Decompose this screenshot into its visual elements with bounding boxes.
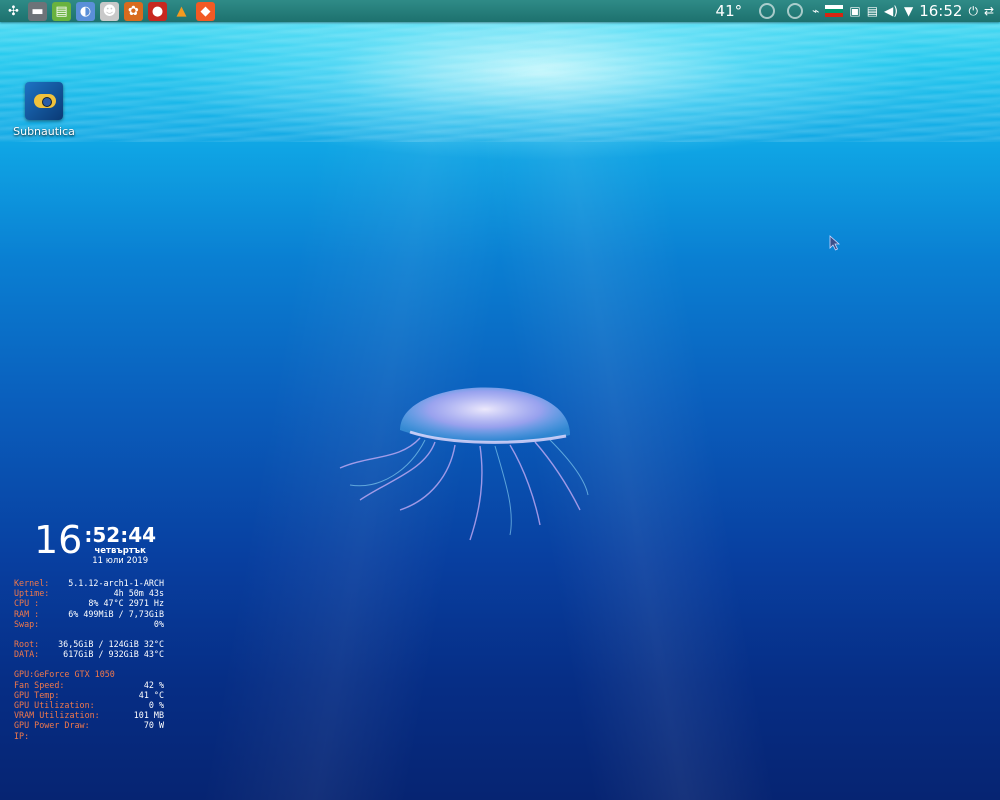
conky-row: VRAM Utilization: 101 MB: [14, 710, 164, 720]
circle-indicator-icon[interactable]: [759, 3, 776, 19]
conky-row-value: 36,5GiB / 124GiB 32°C: [58, 639, 164, 650]
conky-row-value: 6% 499MiB / 7,73GiB: [68, 608, 164, 619]
conky-minutes-seconds: :52:44: [84, 523, 157, 547]
conky-row-key: Fan Speed:: [14, 679, 65, 690]
system-tray: 41° ⌁ ▣ ▤ ◀) ▼ 16:52 ⏻ ⇄: [716, 2, 1000, 20]
conky-row: RAM : 6% 499MiB / 7,73GiB: [14, 609, 164, 619]
penguin-icon[interactable]: ☻: [100, 1, 119, 21]
conky-row-key: IP:: [14, 730, 30, 741]
conky-gpu-title: GPU:GeForce GTX 1050: [14, 669, 115, 680]
conky-weekday: четвъртък: [94, 546, 146, 556]
volume-icon[interactable]: ◀): [884, 5, 898, 17]
conky-system-stats: Kernel: 5.1.12-arch1-1-ARCH Uptime: 4h 50m …: [14, 578, 164, 629]
conky-system-monitor: 16 :52:44 четвъртък 11 юли 2019 Kernel: 5…: [14, 520, 164, 741]
conky-row-value: 101 MB: [133, 710, 164, 721]
conky-gpu-stats: Fan Speed: 42 % GPU Temp: 41 °C GPU Utilizat…: [14, 680, 164, 741]
file-manager-icon[interactable]: ▬: [28, 1, 47, 21]
conky-row-key: VRAM Utilization:: [14, 710, 100, 721]
game-icon[interactable]: ✿: [124, 1, 143, 21]
conky-row-key: RAM :: [14, 608, 40, 619]
conky-row-key: Root:: [14, 639, 40, 650]
conky-row-value: 5.1.12-arch1-1-ARCH: [68, 578, 164, 588]
conky-row-value: 4h 50m 43s: [113, 588, 164, 599]
switch-user-icon[interactable]: ⇄: [984, 5, 994, 17]
conky-row-value: 41 °C: [138, 689, 164, 700]
power-icon[interactable]: ⏻: [968, 5, 978, 17]
conky-disk-stats: Root: 36,5GiB / 124GiB 32°C DATA: 617GiB / …: [14, 639, 164, 659]
circle-indicator-2-icon[interactable]: [787, 3, 804, 19]
globe-icon[interactable]: ◐: [76, 1, 95, 21]
conky-row-value: 8% 47°C 2971 Hz: [88, 598, 164, 609]
conky-row: Uptime: 4h 50m 43s: [14, 588, 164, 598]
conky-row: Kernel: 5.1.12-arch1-1-ARCH: [14, 578, 164, 588]
mouse-cursor-icon: [829, 235, 841, 251]
desktop-icon-label: Subnautica: [13, 125, 75, 138]
conky-row-key: Swap:: [14, 618, 40, 629]
subnautica-icon: [25, 82, 63, 120]
conky-row: Swap: 0%: [14, 619, 164, 629]
conky-row: IP:: [14, 731, 164, 741]
conky-row-value: 42 %: [143, 679, 164, 690]
conky-row-key: DATA:: [14, 649, 40, 660]
jellyfish-wallpaper: [339, 387, 589, 541]
vlc-icon[interactable]: ▲: [172, 2, 191, 21]
network-icon[interactable]: ▣: [849, 5, 860, 17]
clipboard-icon[interactable]: ▤: [867, 5, 878, 17]
conky-row: CPU : 8% 47°C 2971 Hz: [14, 598, 164, 608]
conky-row: GPU Temp: 41 °C: [14, 690, 164, 700]
conky-row-key: GPU Temp:: [14, 689, 60, 700]
panel-clock[interactable]: 16:52: [919, 2, 962, 20]
keyboard-layout-flag-icon[interactable]: [825, 5, 844, 17]
conky-row-value: 70 W: [143, 720, 164, 731]
conky-row-value: 617GiB / 932GiB 43°C: [63, 649, 164, 660]
conky-clock: 16 :52:44 четвъртък 11 юли 2019: [34, 520, 164, 566]
app-menu-icon[interactable]: ✣: [4, 2, 23, 21]
water-surface: [0, 22, 1000, 142]
conky-row-key: GPU Power Draw:: [14, 720, 90, 731]
conky-row-key: Uptime:: [14, 588, 50, 599]
conky-hour: 16: [34, 518, 83, 562]
conky-row: GPU Utilization: 0 %: [14, 700, 164, 710]
conky-row: Root: 36,5GiB / 124GiB 32°C: [14, 639, 164, 649]
launcher-bar: ✣ ▬ ▤ ◐ ☻ ✿ ● ▲ ◆: [0, 1, 215, 21]
top-panel: ✣ ▬ ▤ ◐ ☻ ✿ ● ▲ ◆ 41° ⌁ ▣ ▤ ◀) ▼ 16:52 ⏻ ⇄: [0, 0, 1000, 22]
usb-icon[interactable]: ⌁: [812, 5, 819, 17]
conky-row-value: 0%: [153, 618, 164, 629]
conky-row: DATA: 617GiB / 932GiB 43°C: [14, 649, 164, 659]
conky-row-value: 0 %: [148, 700, 164, 711]
dropdown-arrow-icon[interactable]: ▼: [904, 5, 913, 17]
conky-row-key: CPU :: [14, 598, 40, 609]
conky-row-key: Kernel:: [14, 578, 50, 588]
desktop-icon-subnautica[interactable]: Subnautica: [12, 82, 76, 138]
disk-icon[interactable]: ▤: [52, 1, 71, 21]
brave-icon[interactable]: ◆: [196, 1, 215, 21]
conky-date: 11 юли 2019: [92, 556, 149, 566]
conky-row: Fan Speed: 42 %: [14, 680, 164, 690]
conky-row-key: GPU Utilization:: [14, 700, 95, 711]
conky-row: GPU Power Draw: 70 W: [14, 720, 164, 730]
temperature-indicator[interactable]: 41°: [716, 2, 743, 20]
red-app-icon[interactable]: ●: [148, 1, 167, 21]
